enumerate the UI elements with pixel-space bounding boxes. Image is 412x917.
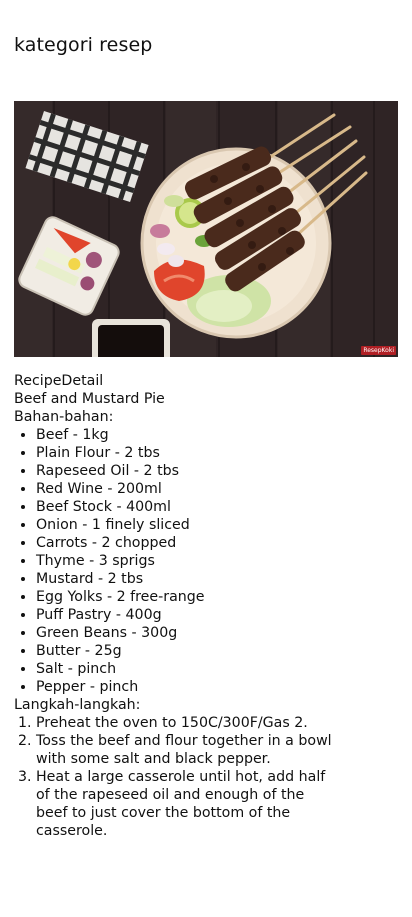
ingredient-item: Puff Pastry - 400g (36, 606, 398, 624)
ingredient-item: Egg Yolks - 2 free-range (36, 588, 398, 606)
page-title: kategori resep (14, 34, 153, 56)
step-item: Preheat the oven to 150C/300F/Gas 2. (36, 714, 398, 732)
ingredient-item: Beef Stock - 400ml (36, 498, 398, 516)
ingredient-item: Carrots - 2 chopped (36, 534, 398, 552)
steps-heading: Langkah-langkah: (14, 697, 141, 713)
watermark-logo: ResepKoki (361, 346, 396, 355)
ingredient-item: Mustard - 2 tbs (36, 570, 398, 588)
step-item: Toss the beef and flour together in a bo… (36, 732, 398, 768)
ingredient-item: Pepper - pinch (36, 678, 398, 696)
ingredients-heading: Bahan-bahan: (14, 409, 114, 425)
ingredient-item: Red Wine - 200ml (36, 480, 398, 498)
step-item: Heat a large casserole until hot, add ha… (36, 768, 398, 840)
recipe-name: Beef and Mustard Pie (14, 391, 165, 407)
recipe-photo: ResepKoki (14, 101, 398, 357)
ingredient-item: Salt - pinch (36, 660, 398, 678)
ingredient-item: Onion - 1 finely sliced (36, 516, 398, 534)
steps-list: Preheat the oven to 150C/300F/Gas 2. Tos… (14, 714, 398, 840)
ingredient-item: Rapeseed Oil - 2 tbs (36, 462, 398, 480)
ingredient-item: Green Beans - 300g (36, 624, 398, 642)
recipe-detail: RecipeDetail Beef and Mustard Pie Bahan-… (14, 372, 398, 840)
ingredient-item: Butter - 25g (36, 642, 398, 660)
ingredient-item: Beef - 1kg (36, 426, 398, 444)
satay-food-illustration (14, 101, 398, 357)
ingredients-list: Beef - 1kg Plain Flour - 2 tbs Rapeseed … (14, 426, 398, 696)
section-label: RecipeDetail (14, 373, 104, 389)
ingredient-item: Thyme - 3 sprigs (36, 552, 398, 570)
ingredient-item: Plain Flour - 2 tbs (36, 444, 398, 462)
